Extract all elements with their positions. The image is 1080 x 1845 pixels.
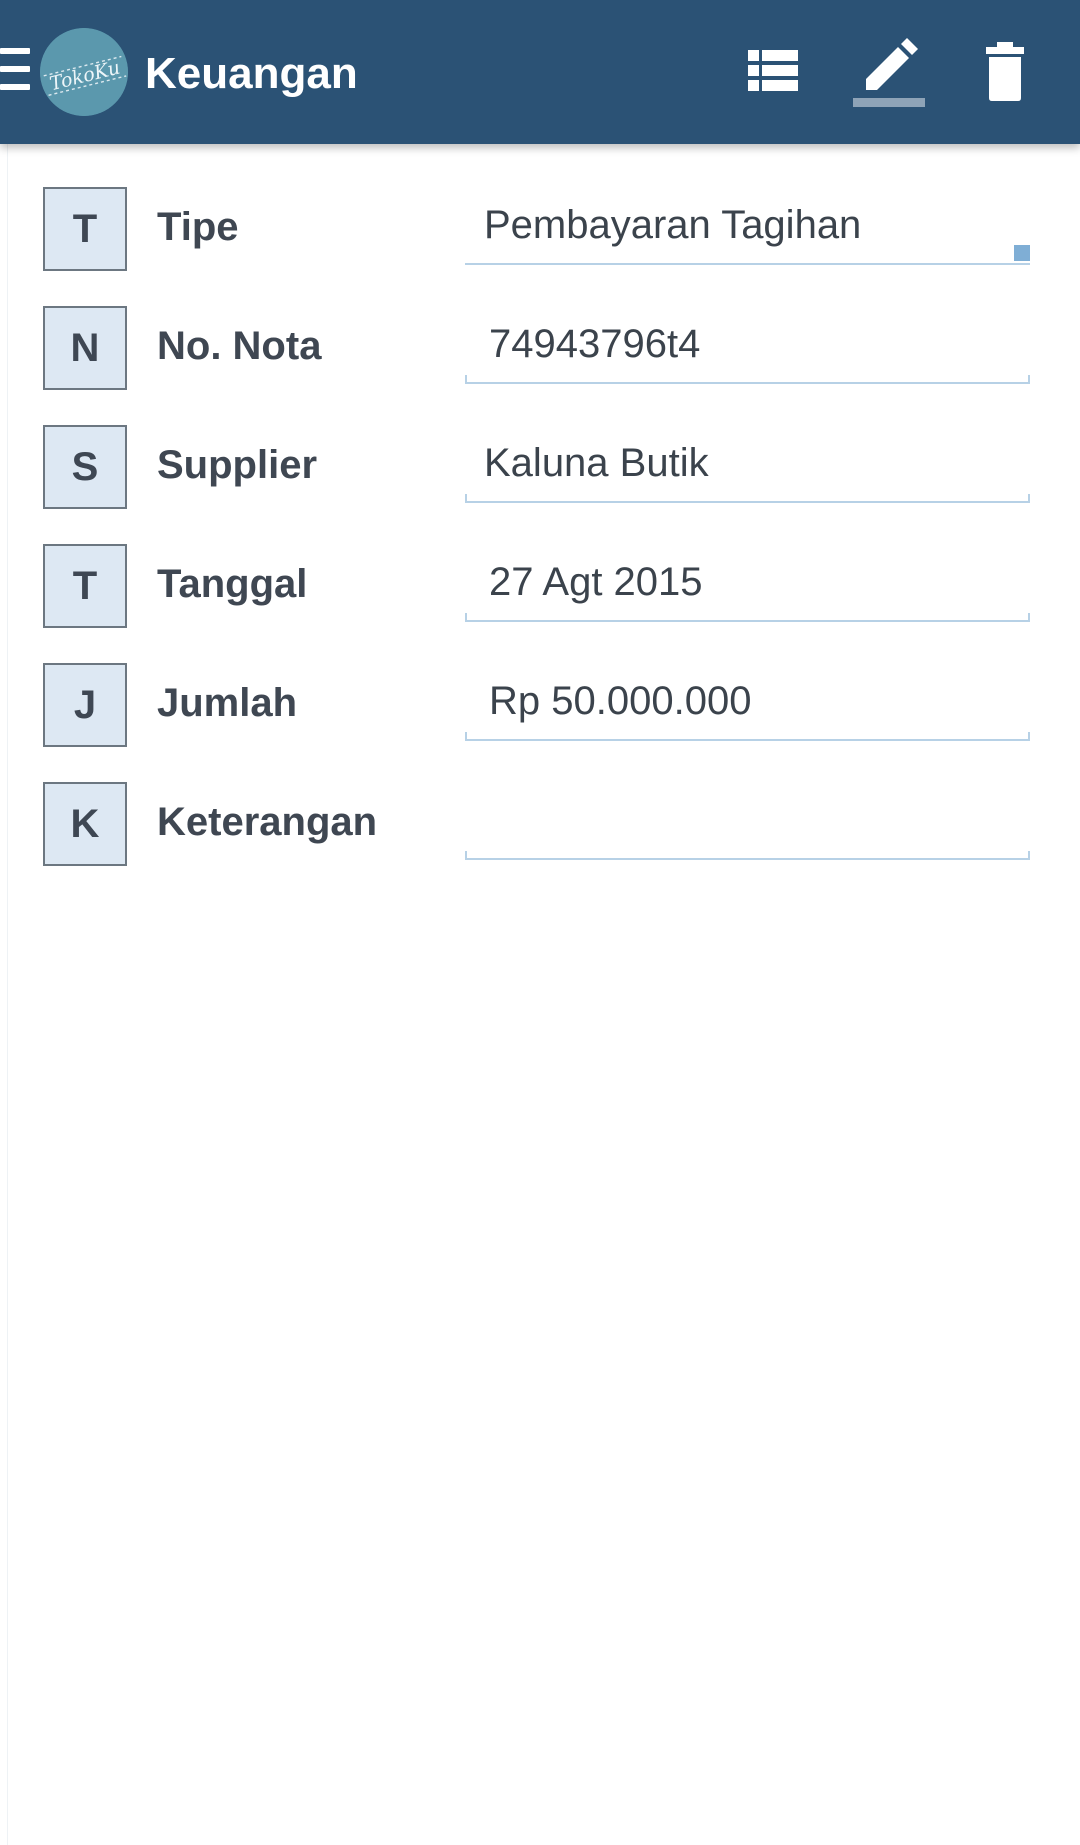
- form-row-tipe: T Tipe Pembayaran Tagihan: [8, 187, 1080, 271]
- form-row-jumlah: J Jumlah Rp 50.000.000: [8, 663, 1080, 747]
- field-label-tipe: Tipe: [157, 205, 239, 249]
- form-row-tanggal: T Tanggal 27 Agt 2015: [8, 544, 1080, 628]
- jumlah-value: Rp 50.000.000: [489, 679, 752, 723]
- field-initial-badge: T: [43, 187, 127, 271]
- field-label-no-nota: No. Nota: [157, 324, 322, 368]
- tanggal-value: 27 Agt 2015: [489, 560, 703, 604]
- field-initial-badge: N: [43, 306, 127, 390]
- field-initial-badge: S: [43, 425, 127, 509]
- supplier-value: Kaluna Butik: [484, 441, 709, 485]
- jumlah-input[interactable]: Rp 50.000.000: [465, 663, 1030, 741]
- form-row-keterangan: K Keterangan: [8, 782, 1080, 866]
- field-initial-badge: T: [43, 544, 127, 628]
- field-underline: [465, 382, 1030, 384]
- tipe-value: Pembayaran Tagihan: [484, 203, 862, 247]
- field-underline: [465, 263, 1030, 265]
- form-row-no-nota: N No. Nota 74943796t4: [8, 306, 1080, 390]
- detail-form: T Tipe Pembayaran Tagihan N No. Nota 749…: [7, 144, 1080, 1845]
- field-label-jumlah: Jumlah: [157, 681, 298, 725]
- field-underline: [465, 620, 1030, 622]
- field-underline: [465, 501, 1030, 503]
- page-title: Keuangan: [145, 49, 358, 98]
- delete-button[interactable]: [960, 28, 1050, 118]
- field-underline: [465, 858, 1030, 860]
- field-label-tanggal: Tanggal: [157, 562, 308, 606]
- list-view-button[interactable]: [728, 28, 818, 118]
- dropdown-corner-icon: [1014, 245, 1030, 261]
- active-indicator: [853, 98, 925, 107]
- no-nota-input[interactable]: 74943796t4: [465, 306, 1030, 384]
- tokoku-logo: TokoKu: [40, 28, 128, 116]
- keterangan-input[interactable]: [465, 782, 1030, 860]
- supplier-input[interactable]: Kaluna Butik: [465, 425, 1030, 503]
- field-label-supplier: Supplier: [157, 443, 318, 487]
- trash-icon: [986, 42, 1024, 101]
- form-row-supplier: S Supplier Kaluna Butik: [8, 425, 1080, 509]
- field-initial-badge: J: [43, 663, 127, 747]
- field-label-keterangan: Keterangan: [157, 800, 378, 844]
- hamburger-menu-icon[interactable]: [0, 48, 32, 94]
- tanggal-input[interactable]: 27 Agt 2015: [465, 544, 1030, 622]
- field-initial-badge: K: [43, 782, 127, 866]
- app-bar: TokoKu Keuangan: [0, 0, 1080, 144]
- no-nota-value: 74943796t4: [489, 322, 701, 366]
- tipe-dropdown[interactable]: Pembayaran Tagihan: [465, 187, 1030, 265]
- field-underline: [465, 739, 1030, 741]
- list-icon: [748, 50, 798, 91]
